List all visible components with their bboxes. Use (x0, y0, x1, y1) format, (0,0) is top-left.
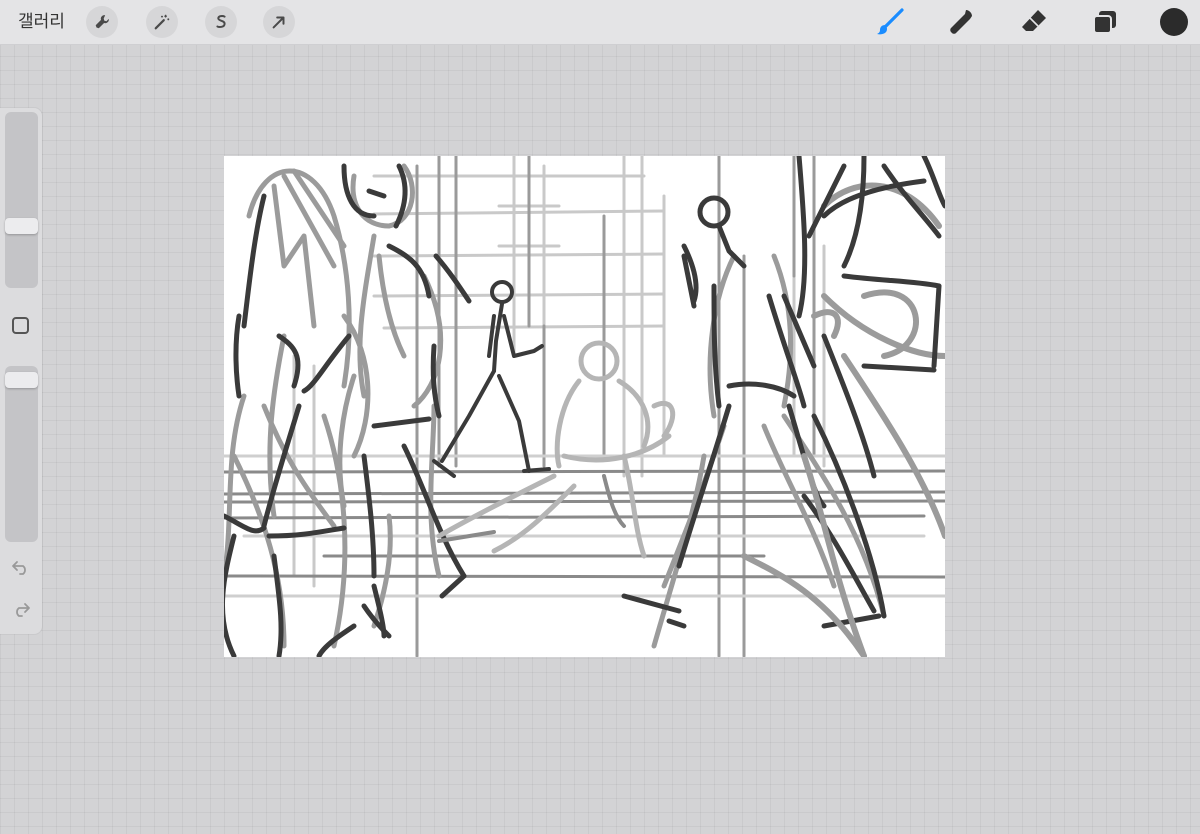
smudge-finger-icon (950, 10, 972, 34)
smudge-button[interactable] (946, 6, 978, 38)
eraser-button[interactable] (1018, 6, 1050, 38)
transform-button[interactable] (263, 6, 295, 38)
opacity-thumb[interactable] (5, 372, 38, 388)
redo-icon (16, 603, 30, 617)
undo-icon (12, 561, 26, 575)
top-toolbar: 갤러리 (0, 0, 1200, 45)
layers-icon (1093, 11, 1116, 34)
modify-button[interactable] (12, 317, 29, 334)
eraser-icon (1022, 10, 1046, 31)
brush-size-slider[interactable] (5, 112, 38, 288)
gallery-button[interactable]: 갤러리 (18, 11, 65, 33)
selection-s-icon (216, 15, 226, 28)
sketch-artwork (224, 156, 945, 657)
arrow-cursor-icon (272, 16, 285, 29)
selection-button[interactable] (205, 6, 237, 38)
layers-button[interactable] (1089, 6, 1121, 38)
redo-button[interactable] (10, 598, 32, 620)
undo-button[interactable] (10, 556, 32, 578)
adjustments-button[interactable] (146, 6, 178, 38)
left-sidebar (0, 108, 42, 634)
brush-button[interactable] (874, 6, 906, 38)
wrench-icon (95, 15, 109, 29)
brush-size-thumb[interactable] (5, 218, 38, 234)
drawing-canvas[interactable] (224, 156, 945, 657)
actions-button[interactable] (86, 6, 118, 38)
opacity-slider[interactable] (5, 366, 38, 542)
brush-icon (877, 8, 904, 35)
color-picker-button[interactable] (1160, 8, 1188, 36)
magic-wand-icon (154, 14, 170, 30)
